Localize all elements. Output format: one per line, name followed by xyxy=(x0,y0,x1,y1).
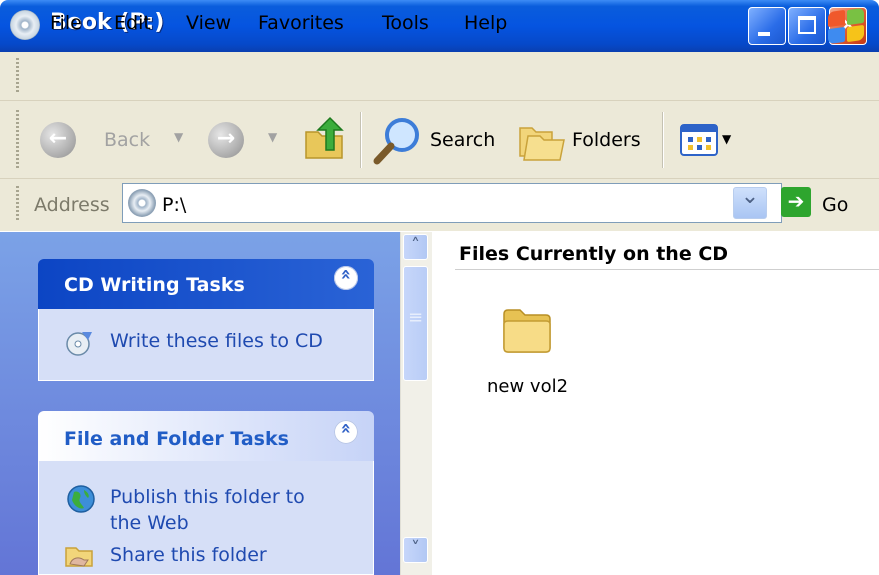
menu-edit[interactable]: Edit xyxy=(114,12,151,34)
menu-bar xyxy=(0,52,879,101)
publish-folder-link[interactable]: Publish this folder to the Web xyxy=(110,484,340,536)
forward-icon[interactable] xyxy=(208,122,244,158)
address-input[interactable] xyxy=(122,183,782,223)
windows-logo-icon xyxy=(826,7,864,45)
toolbar-separator xyxy=(662,112,664,168)
back-icon[interactable] xyxy=(40,122,76,158)
share-folder-icon xyxy=(65,547,93,567)
up-folder-icon[interactable] xyxy=(302,116,348,162)
file-folder-tasks-title[interactable]: File and Folder Tasks xyxy=(64,428,289,450)
globe-icon xyxy=(67,485,95,513)
share-folder-link[interactable]: Share this folder xyxy=(110,544,267,566)
menu-view[interactable]: View xyxy=(186,12,231,34)
folder-name-label[interactable]: new vol2 xyxy=(487,376,568,397)
collapse-chevron-icon[interactable] xyxy=(334,420,358,444)
back-dropdown-icon[interactable]: ▼ xyxy=(174,130,183,144)
menu-tools[interactable]: Tools xyxy=(382,12,429,34)
folders-button-label[interactable]: Folders xyxy=(572,129,641,151)
cd-drive-icon xyxy=(128,189,156,217)
minimize-button[interactable] xyxy=(748,7,786,45)
cd-drive-icon xyxy=(10,10,40,40)
go-arrow-icon[interactable] xyxy=(781,187,811,217)
header-divider xyxy=(455,269,879,270)
views-icon[interactable] xyxy=(680,124,720,158)
go-button-label[interactable]: Go xyxy=(822,194,848,216)
menu-file[interactable]: File xyxy=(50,12,82,34)
address-value[interactable]: P:\ xyxy=(162,194,186,216)
menu-favorites[interactable]: Favorites xyxy=(258,12,344,34)
address-label: Address xyxy=(34,194,110,216)
menu-help[interactable]: Help xyxy=(464,12,507,34)
maximize-button[interactable] xyxy=(788,7,826,45)
menu-grip xyxy=(16,58,19,94)
content-group-header: Files Currently on the CD xyxy=(459,243,729,265)
address-grip xyxy=(16,186,19,222)
search-button-label[interactable]: Search xyxy=(430,129,495,151)
scroll-thumb[interactable] xyxy=(403,266,428,381)
forward-dropdown-icon[interactable]: ▼ xyxy=(268,130,277,144)
scroll-down-button[interactable] xyxy=(403,537,428,563)
cd-writing-tasks-title[interactable]: CD Writing Tasks xyxy=(64,274,245,296)
toolbar-grip xyxy=(16,110,19,168)
search-icon[interactable] xyxy=(372,116,424,166)
folders-icon[interactable] xyxy=(518,120,568,162)
back-button-label[interactable]: Back xyxy=(104,129,150,151)
address-dropdown-button[interactable] xyxy=(733,184,767,219)
views-dropdown-icon[interactable]: ▼ xyxy=(722,132,731,146)
toolbar-separator xyxy=(360,112,362,168)
scroll-up-button[interactable] xyxy=(403,234,428,260)
burn-cd-icon xyxy=(66,332,92,356)
collapse-chevron-icon[interactable] xyxy=(334,266,358,290)
write-files-to-cd-link[interactable]: Write these files to CD xyxy=(110,330,323,352)
folder-icon[interactable] xyxy=(500,304,554,356)
